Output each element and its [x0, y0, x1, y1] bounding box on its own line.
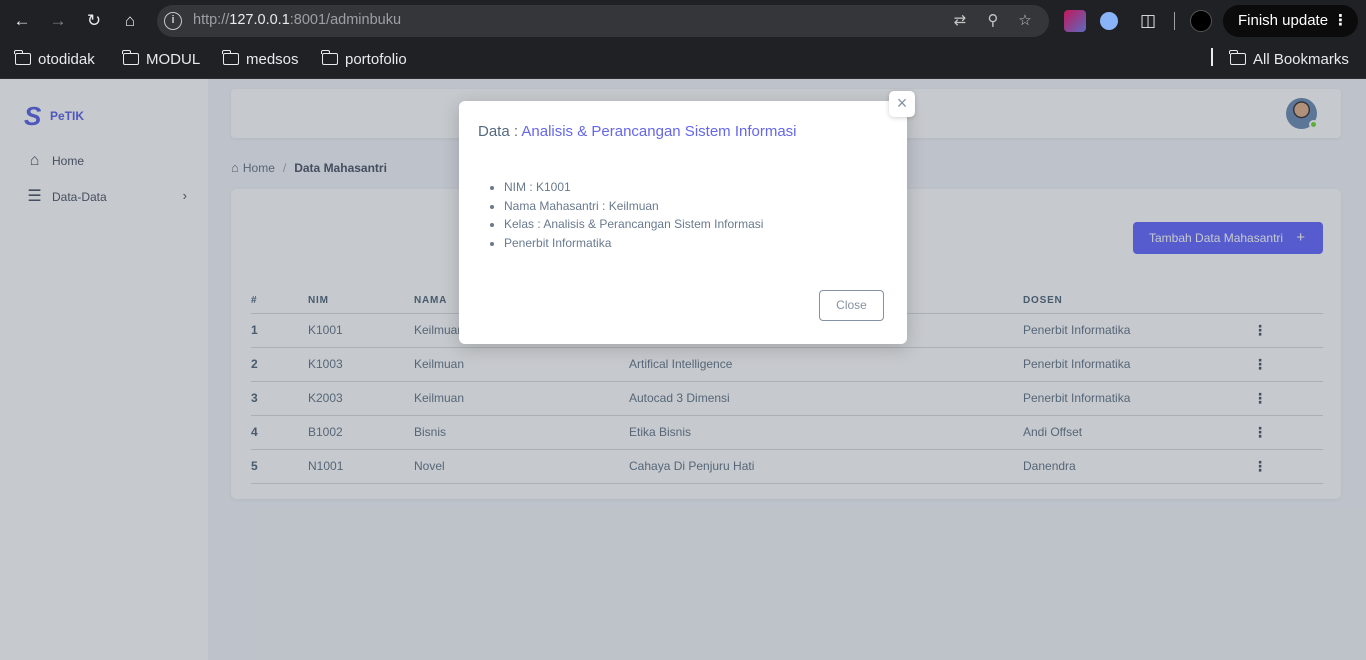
list-item: Penerbit Informatika — [504, 234, 763, 253]
zoom-icon[interactable]: ⚲ — [983, 11, 1003, 31]
folder-icon — [1229, 50, 1246, 65]
bookmark-medsos[interactable]: medsos — [222, 50, 299, 70]
puzzle-icon[interactable]: ◫ — [1136, 9, 1160, 33]
bookmark-label: portofolio — [345, 51, 407, 68]
back-arrow-icon[interactable]: ← — [10, 9, 34, 33]
forward-arrow-icon[interactable]: → — [46, 9, 70, 33]
url-scheme: http:// — [193, 12, 230, 28]
profile-icon[interactable] — [1190, 10, 1212, 32]
close-icon[interactable]: × — [889, 91, 915, 117]
folder-icon — [14, 50, 31, 65]
bookmark-label: MODUL — [146, 51, 201, 68]
bookmark-portofolio[interactable]: portofolio — [321, 50, 407, 70]
list-item: Kelas : Analisis & Perancangan Sistem In… — [504, 215, 763, 234]
bookmark-modul[interactable]: MODUL — [122, 50, 201, 70]
modal-title-value: Analisis & Perancangan Sistem Informasi — [521, 123, 797, 140]
finish-update-label: Finish update — [1238, 12, 1329, 29]
modal-detail-list: NIM : K1001 Nama Mahasantri : Keilmuan K… — [504, 178, 763, 252]
list-item: NIM : K1001 — [504, 178, 763, 197]
close-button[interactable]: Close — [819, 290, 884, 321]
bookmark-label: otodidak — [38, 51, 95, 68]
reload-icon[interactable]: ↻ — [82, 9, 106, 33]
folder-icon — [321, 50, 338, 65]
url-path: :8001/adminbuku — [289, 12, 402, 28]
extension-icon[interactable] — [1064, 10, 1086, 32]
url-host: 127.0.0.1 — [229, 12, 290, 28]
bookmark-label: medsos — [246, 51, 299, 68]
modal-title-prefix: Data : — [478, 123, 519, 140]
kebab-menu-icon: ⋮ — [1333, 12, 1348, 29]
list-item: Nama Mahasantri : Keilmuan — [504, 197, 763, 216]
folder-icon — [222, 50, 239, 65]
extension-circle-icon[interactable] — [1100, 12, 1118, 30]
url-text[interactable]: http://127.0.0.1:8001/adminbuku — [193, 12, 401, 28]
finish-update-button[interactable]: Finish update ⋮ — [1223, 5, 1358, 37]
translate-icon[interactable]: ⇄ — [950, 11, 970, 31]
bookmarks-divider — [1211, 48, 1213, 66]
site-info-icon[interactable]: i — [164, 12, 182, 30]
bookmark-otodidak[interactable]: otodidak — [14, 50, 95, 70]
modal-title: Data : Analisis & Perancangan Sistem Inf… — [478, 123, 797, 140]
browser-toolbar: ← → ↻ ⌂ i http://127.0.0.1:8001/adminbuk… — [0, 0, 1366, 42]
toolbar-divider — [1174, 12, 1175, 30]
detail-modal: Data : Analisis & Perancangan Sistem Inf… — [459, 91, 915, 344]
all-bookmarks[interactable]: All Bookmarks — [1229, 50, 1349, 70]
folder-icon — [122, 50, 139, 65]
bookmark-star-icon[interactable]: ☆ — [1015, 11, 1035, 31]
bookmarks-bar: otodidak MODUL medsos portofolio All Boo… — [0, 42, 1366, 79]
home-icon[interactable]: ⌂ — [118, 9, 142, 33]
address-bar[interactable]: i http://127.0.0.1:8001/adminbuku ⇄ ⚲ ☆ — [157, 5, 1049, 37]
all-bookmarks-label: All Bookmarks — [1253, 51, 1349, 68]
